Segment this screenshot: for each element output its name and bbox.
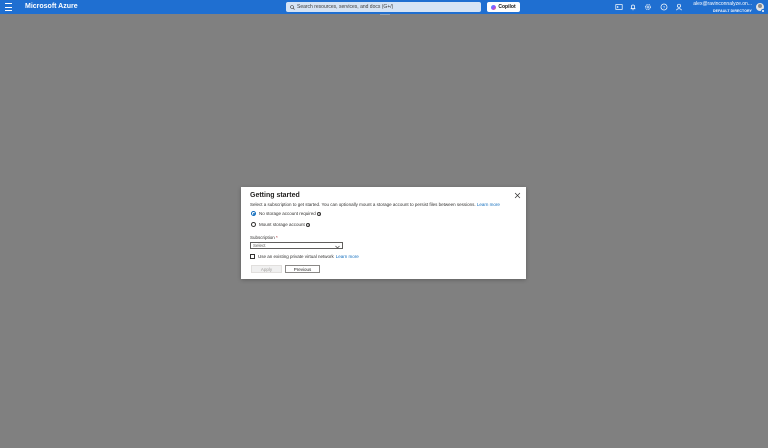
global-search[interactable] <box>286 2 481 12</box>
account-email: alex@ravinconnalyze.on... <box>693 1 752 7</box>
dialog-description: Select a subscription to get started. Yo… <box>250 202 500 208</box>
learn-more-link[interactable]: Learn more <box>477 202 500 207</box>
vnet-checkbox-row[interactable]: Use an existing private virtual network … <box>250 254 359 259</box>
top-indicator <box>380 14 390 15</box>
vnet-checkbox[interactable] <box>250 254 255 259</box>
required-marker: * <box>276 235 278 240</box>
account-directory: DEFAULT DIRECTORY <box>713 9 752 13</box>
copilot-button[interactable]: Copilot <box>487 2 520 12</box>
menu-icon[interactable] <box>5 3 12 11</box>
radio-label: No storage account required <box>259 211 316 216</box>
info-icon[interactable]: i <box>317 211 322 216</box>
copilot-label: Copilot <box>498 4 516 10</box>
info-icon[interactable]: i <box>306 222 311 227</box>
close-icon[interactable] <box>514 192 521 199</box>
copilot-icon <box>491 4 497 10</box>
vnet-learn-more-link[interactable]: Learn more <box>336 254 359 259</box>
radio-button[interactable] <box>251 222 256 227</box>
description-text: Select a subscription to get started. Yo… <box>250 202 476 207</box>
getting-started-dialog: Getting started Select a subscription to… <box>241 187 526 279</box>
previous-button[interactable]: Previous <box>285 265 320 273</box>
subscription-label-text: Subscription <box>250 235 275 240</box>
dialog-title: Getting started <box>250 192 300 199</box>
apply-button[interactable]: Apply <box>251 265 282 273</box>
radio-label: Mount storage account <box>259 222 305 227</box>
subscription-label: Subscription * <box>250 235 278 241</box>
feedback-icon[interactable] <box>675 3 683 11</box>
radio-mount-storage[interactable]: Mount storage account i <box>251 222 311 227</box>
svg-text:?: ? <box>663 5 666 10</box>
chevron-down-icon <box>335 245 340 248</box>
subscription-value: Select <box>253 243 266 248</box>
brand-title[interactable]: Microsoft Azure <box>25 2 78 12</box>
top-bar: Microsoft Azure Copilot ? alex@ravinconn… <box>0 0 768 14</box>
vnet-checkbox-label: Use an existing private virtual network <box>258 254 334 259</box>
account-menu[interactable]: alex@ravinconnalyze.on... DEFAULT DIRECT… <box>693 1 752 14</box>
search-input[interactable] <box>295 2 477 12</box>
bell-icon[interactable] <box>629 3 637 11</box>
gear-icon[interactable] <box>644 3 652 11</box>
radio-no-storage[interactable]: No storage account required i <box>251 211 322 216</box>
avatar-status-badge <box>761 9 765 13</box>
radio-button[interactable] <box>251 211 256 216</box>
help-icon[interactable]: ? <box>660 3 668 11</box>
cloud-shell-icon[interactable] <box>615 3 623 11</box>
subscription-dropdown[interactable]: Select <box>250 242 343 249</box>
